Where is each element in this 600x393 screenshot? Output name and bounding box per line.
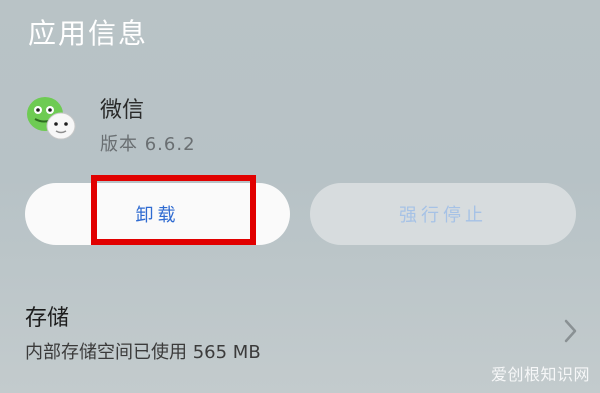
chevron-right-icon-svg (564, 319, 577, 343)
app-name: 微信 (100, 98, 145, 123)
storage-title: 存储 (25, 306, 70, 331)
uninstall-button-label: 卸载 (135, 205, 180, 226)
app-version: 版本 6.6.2 (100, 134, 196, 155)
storage-description: 内部存储空间已使用 565 MB (25, 342, 261, 363)
watermark: 爱创根知识网 (490, 365, 590, 384)
uninstall-button[interactable]: 卸载 (25, 183, 290, 245)
wechat-app-icon-art (27, 97, 76, 140)
force-stop-button[interactable]: 强行停止 (310, 183, 576, 245)
app-info-row: 微信 版本 6.6.2 (25, 92, 585, 162)
page-title: 应用信息 (28, 17, 149, 50)
wechat-app-icon (25, 92, 77, 144)
chevron-right-icon (563, 318, 579, 344)
force-stop-button-label: 强行停止 (399, 205, 487, 226)
storage-row[interactable]: 存储 内部存储空间已使用 565 MB (25, 300, 585, 370)
